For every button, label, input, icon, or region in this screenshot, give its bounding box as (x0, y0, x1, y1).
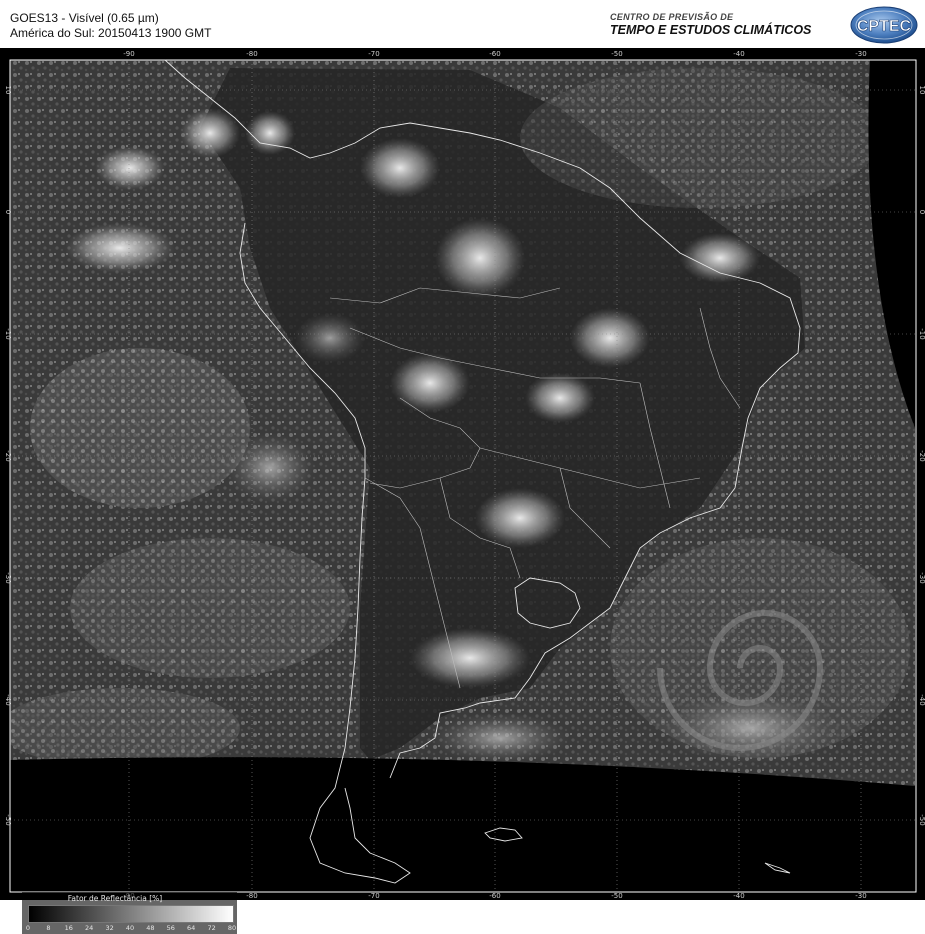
latitude-labels-right: 10 0 -10 -20 -30 -40 -50 (918, 86, 925, 826)
latitude-label: -40 (918, 694, 925, 705)
header-bar: GOES13 - Visível (0.65 µm) América do Su… (0, 0, 925, 48)
longitude-label: -60 (489, 50, 500, 58)
longitude-label: -70 (368, 892, 379, 900)
legend-tick-label: 32 (105, 924, 114, 932)
svg-text:CPTEC: CPTEC (857, 18, 912, 35)
longitude-label: -50 (611, 50, 622, 58)
legend-tick-label: 40 (125, 924, 135, 932)
legend-tick-labels: 0 8 16 24 32 40 48 56 64 72 80 (25, 924, 236, 934)
organization-name: CENTRO DE PREVISÃO DE TEMPO E ESTUDOS CL… (610, 12, 811, 37)
legend-title: Fator de Reflectância [%] (67, 894, 163, 903)
legend-tick-label: 8 (46, 924, 51, 932)
reflectance-legend: Fator de Reflectância [%] 0 8 16 24 32 40 48 56… (22, 892, 237, 934)
legend-tick-label: 16 (64, 924, 73, 932)
longitude-label: -40 (733, 892, 744, 900)
latitude-label: 10 (918, 86, 925, 95)
organization-name-big: TEMPO E ESTUDOS CLIMÁTICOS (610, 23, 812, 37)
longitude-label: -90 (123, 50, 134, 58)
product-title-line2: América do Sul: 20150413 1900 GMT (10, 26, 212, 40)
latitude-label: -10 (918, 328, 925, 339)
longitude-label: -80 (246, 892, 257, 900)
legend-tick-label: 56 (166, 924, 175, 932)
legend-tick-label: 64 (187, 924, 196, 932)
legend-tick-label: 0 (25, 924, 31, 932)
longitude-label: -80 (246, 50, 257, 58)
product-title: GOES13 - Visível (0.65 µm) América do Su… (10, 11, 211, 41)
latitude-label: -50 (4, 814, 12, 825)
legend-colorbar (28, 905, 234, 923)
legend-tick-label: 80 (227, 924, 237, 932)
latitude-label: -20 (918, 450, 925, 461)
longitude-labels-top: -90 -80 -70 -60 -50 -40 -30 (123, 50, 866, 58)
latitude-label: -20 (4, 450, 12, 461)
organization-name-small: CENTRO DE PREVISÃO DE (610, 12, 734, 22)
legend-tick-label: 48 (146, 924, 155, 932)
cptec-logo: CPTEC (850, 6, 918, 44)
latitude-label: 0 (4, 210, 12, 214)
longitude-label: -30 (855, 892, 866, 900)
legend-tick-label: 24 (85, 924, 94, 932)
latitude-label: -50 (918, 814, 925, 825)
longitude-label: -50 (611, 892, 622, 900)
product-title-line1: GOES13 - Visível (0.65 µm) (10, 11, 159, 25)
latitude-label: -40 (4, 694, 12, 705)
longitude-label: -70 (368, 50, 379, 58)
map-canvas: -90 -80 -70 -60 -50 -40 -30 -90 -80 -70 -60 -50 -40… (4, 50, 925, 900)
longitude-label: -60 (489, 892, 500, 900)
longitude-label: -40 (733, 50, 744, 58)
latitude-label: -10 (4, 328, 12, 339)
longitude-label: -30 (855, 50, 866, 58)
legend-tick-label: 72 (207, 924, 216, 932)
latitude-label: 10 (4, 86, 12, 95)
latitude-label: -30 (918, 572, 925, 583)
imagery-layer (10, 60, 915, 786)
satellite-image: -90 -80 -70 -60 -50 -40 -30 -90 -80 -70 -60 -50 -40… (0, 48, 925, 934)
latitude-label: 0 (918, 210, 925, 214)
latitude-label: -30 (4, 572, 12, 583)
